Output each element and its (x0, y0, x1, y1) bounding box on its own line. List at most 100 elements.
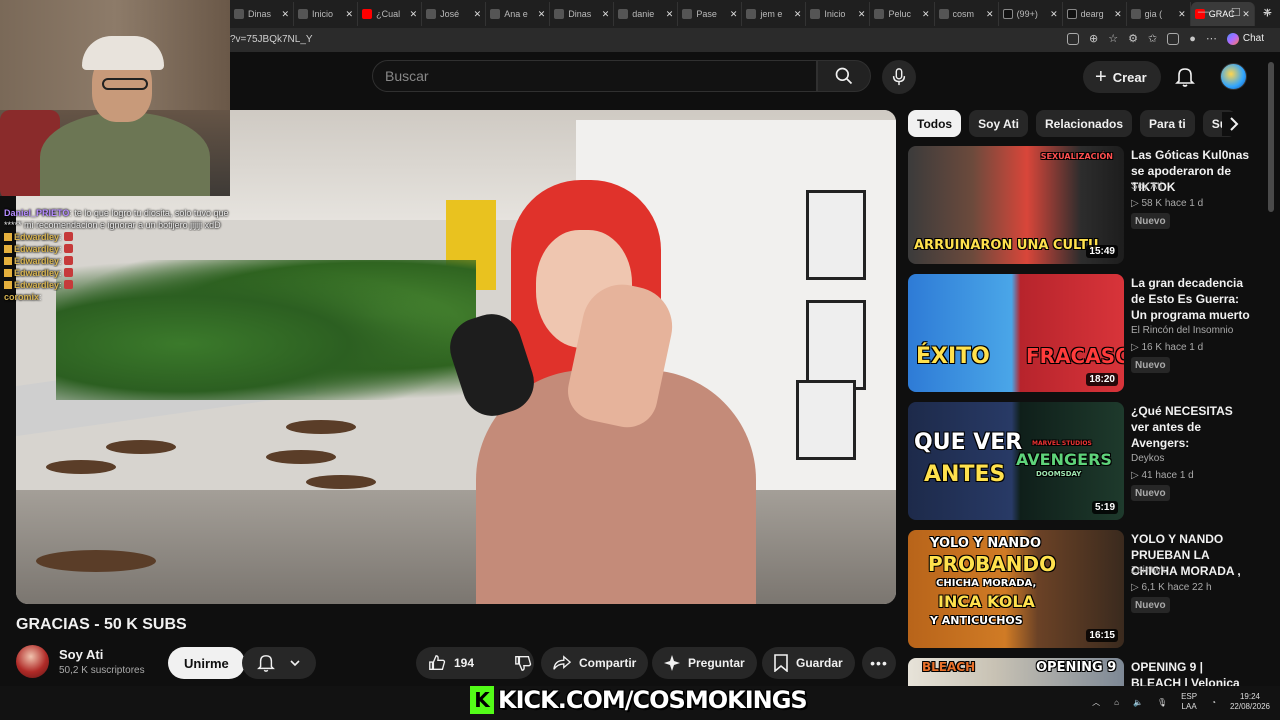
filter-chip[interactable]: Todos (908, 110, 962, 137)
browser-tab[interactable]: (99+) ✕ (999, 2, 1063, 26)
search-input[interactable] (385, 68, 816, 84)
mic-tray-icon[interactable]: 🎙 (1157, 698, 1167, 707)
close-tab-icon[interactable]: ✕ (794, 9, 802, 20)
like-button[interactable]: 194 (416, 647, 486, 679)
recommendation-thumbnail[interactable]: YOLO Y NANDO PROBANDO CHICHA MORADA, INC… (908, 530, 1124, 648)
browser-tab[interactable]: dearg ✕ (1063, 2, 1127, 26)
browser-tab[interactable]: José ✕ (422, 2, 487, 26)
recommendation-title[interactable]: La gran decadencia de Esto Es Guerra: Un… (1131, 275, 1253, 325)
page-scrollbar[interactable] (1268, 62, 1274, 212)
open-in-app-icon[interactable] (1067, 32, 1080, 45)
recommendation-channel[interactable]: Deykos (1131, 453, 1164, 464)
recommendation-thumbnail[interactable]: SEXUALIZACIÓN ARRUINARON UNA CULTU 15:49 (908, 146, 1124, 264)
recommendation-title[interactable]: ¿Qué NECESITAS ver antes de Avengers: Do… (1131, 403, 1253, 453)
close-tab-icon[interactable]: ✕ (986, 9, 994, 20)
chips-next-button[interactable] (1222, 112, 1246, 136)
subscription-bell-button[interactable] (242, 647, 316, 679)
browser-tab[interactable]: Dinas ✕ (550, 2, 615, 26)
video-stool (36, 550, 156, 572)
thumbs-up-icon (429, 655, 446, 670)
join-button[interactable]: Unirme (168, 647, 245, 679)
zoom-icon[interactable]: ⊕ (1089, 32, 1098, 45)
notifications-button[interactable] (1172, 64, 1198, 90)
account-avatar[interactable] (1220, 63, 1247, 90)
bell-icon (1175, 68, 1195, 87)
url-text[interactable]: ?v=75JBQk7NL_Y (230, 34, 313, 45)
recommendation-item[interactable]: ÉXITO FRACASO 18:20 La gran decadencia d… (908, 274, 1253, 402)
close-tab-icon[interactable]: ✕ (1178, 9, 1186, 20)
more-menu-icon[interactable]: ⋯ (1206, 32, 1217, 45)
recommendation-meta: ▷ 16 K hace 1 d (1131, 342, 1203, 353)
bookmark-star-icon[interactable]: ☆ (1108, 32, 1118, 45)
browser-tab-label: dearg (1080, 9, 1104, 19)
browser-tab[interactable]: Inicio ✕ (806, 2, 871, 26)
channel-avatar[interactable] (16, 645, 49, 678)
close-tab-icon[interactable]: ✕ (730, 9, 738, 20)
filter-chip[interactable]: Soy Ati (969, 110, 1029, 137)
close-tab-icon[interactable]: ✕ (474, 9, 482, 20)
browser-tab-label: jem e (760, 9, 783, 19)
close-tab-icon[interactable]: ✕ (1114, 9, 1122, 20)
browser-tab[interactable]: Ana e ✕ (486, 2, 551, 26)
tray-overflow-icon[interactable]: ︿ (1092, 697, 1100, 708)
close-tab-icon[interactable]: ✕ (410, 9, 418, 20)
close-tab-icon[interactable]: ✕ (282, 9, 290, 20)
maximize-icon[interactable]: ☐ (1231, 6, 1241, 19)
browser-tab[interactable]: gia (✕ (1127, 2, 1191, 26)
channel-name[interactable]: Soy Ati (59, 647, 103, 662)
recommendation-channel[interactable]: El Rincón del Insomnio (1131, 325, 1233, 336)
minimize-icon[interactable]: — (1198, 6, 1209, 19)
close-tab-icon[interactable]: ✕ (346, 9, 354, 20)
browser-tab[interactable]: Peluc ✕ (870, 2, 935, 26)
browser-tab[interactable]: danie ✕ (614, 2, 679, 26)
close-tab-icon[interactable]: ✕ (602, 9, 610, 20)
close-tab-icon[interactable]: ✕ (538, 9, 546, 20)
browser-tab[interactable]: cosm ✕ (935, 2, 999, 26)
recommendation-item[interactable]: YOLO Y NANDO PROBANDO CHICHA MORADA, INC… (908, 530, 1253, 658)
recommendation-channel[interactable]: Zeintwit (1131, 565, 1165, 576)
recommendation-thumbnail[interactable]: QUE VER ANTES MARVEL STUDIOS AVENGERS DO… (908, 402, 1124, 520)
close-tab-icon[interactable]: ✕ (666, 9, 674, 20)
create-button[interactable]: + Crear (1083, 61, 1161, 93)
network-icon[interactable]: ⌂ (1114, 698, 1119, 707)
search-button[interactable] (817, 60, 871, 92)
language-indicator[interactable]: ESP LAA (1181, 692, 1197, 712)
close-tab-icon[interactable]: ✕ (922, 9, 930, 20)
profile-icon[interactable]: ● (1189, 33, 1196, 45)
copilot-chat-button[interactable]: Chat (1226, 32, 1264, 45)
recommendation-channel[interactable]: Soy Ati (1131, 181, 1162, 192)
recommendation-title[interactable]: OPENING 9 | BLEACH | Velonica by Aqua (1131, 659, 1253, 687)
browser-tab[interactable]: Inicio ✕ (294, 2, 359, 26)
search-box[interactable] (372, 60, 817, 92)
browser-tab[interactable]: jem e ✕ (742, 2, 807, 26)
dislike-button[interactable] (502, 647, 544, 679)
filter-chip[interactable]: Para ti (1140, 110, 1195, 137)
speaker-icon[interactable]: 🔈 (1133, 698, 1143, 707)
clock-time: 19:24 (1239, 692, 1260, 701)
wifi-icon[interactable]: ◔ (1211, 698, 1216, 707)
recommendation-thumbnail[interactable]: ÉXITO FRACASO 18:20 (908, 274, 1124, 392)
browser-tab[interactable]: Pase ✕ (678, 2, 743, 26)
chat-username: Edwardley (14, 268, 60, 278)
recommendation-item[interactable]: QUE VER ANTES MARVEL STUDIOS AVENGERS DO… (908, 402, 1253, 530)
filter-chip[interactable]: Relacionados (1036, 110, 1133, 137)
browser-tab[interactable]: ¿Cual ✕ (358, 2, 423, 26)
close-tab-icon[interactable]: ✕ (1050, 9, 1058, 20)
share-button[interactable]: Compartir (541, 647, 649, 679)
youtube-icon (362, 9, 373, 19)
close-window-icon[interactable]: ✕ (1263, 6, 1272, 19)
ask-button[interactable]: Preguntar (652, 647, 757, 679)
extensions-icon[interactable]: ⚙ (1128, 32, 1138, 45)
chat-text: : (39, 292, 42, 302)
browser-tab[interactable]: Dinas ✕ (230, 2, 295, 26)
favorites-icon[interactable]: ✩ (1148, 32, 1157, 45)
recommendation-item[interactable]: SEXUALIZACIÓN ARRUINARON UNA CULTU 15:49… (908, 146, 1253, 274)
share-label: Compartir (579, 656, 637, 670)
voice-search-button[interactable] (882, 60, 916, 94)
close-tab-icon[interactable]: ✕ (858, 9, 866, 20)
window-controls: — ☐ ✕ (1198, 6, 1272, 19)
clock[interactable]: 19:24 22/08/2026 (1230, 692, 1270, 712)
more-actions-button[interactable]: ••• (862, 647, 896, 679)
collections-icon[interactable] (1167, 32, 1180, 45)
save-button[interactable]: Guardar (762, 647, 855, 679)
